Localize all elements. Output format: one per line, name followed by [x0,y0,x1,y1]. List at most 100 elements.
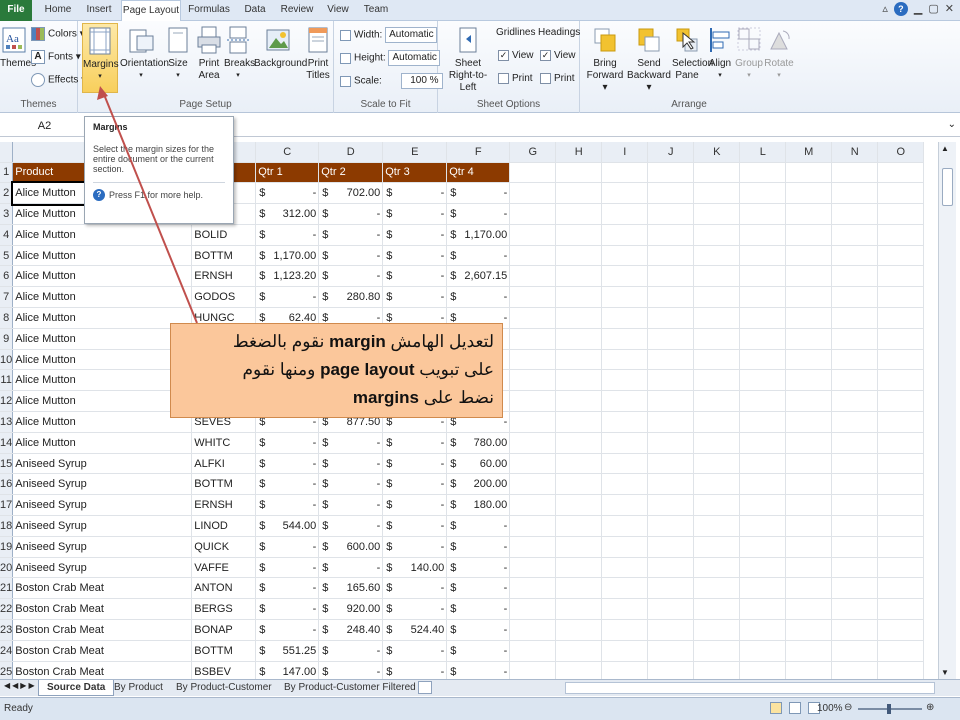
empty-cell[interactable] [647,203,695,225]
empty-cell[interactable] [647,577,695,600]
empty-cell[interactable] [693,162,741,184]
row-header[interactable]: 16 [0,473,14,496]
empty-cell[interactable] [739,640,787,662]
row-header[interactable]: 1 [0,162,14,184]
empty-cell[interactable] [509,390,557,413]
headings-print-checkbox[interactable]: Print [540,73,575,84]
empty-cell[interactable] [739,182,787,205]
empty-cell[interactable] [647,661,695,679]
quarter-cell[interactable]: $ - [446,640,511,662]
gridlines-view-checkbox[interactable]: ✓ View [498,50,534,61]
customer-cell[interactable]: ANTON [191,577,257,600]
empty-cell[interactable] [739,536,787,558]
quarter-cell[interactable]: $780.00 [446,432,511,454]
quarter-cell[interactable]: $1,170.00 [255,245,320,267]
product-cell[interactable]: Alice Mutton [12,432,193,454]
empty-cell[interactable] [785,515,833,537]
empty-cell[interactable] [647,432,695,454]
quarter-cell[interactable]: $ - [446,661,511,679]
column-header[interactable]: G [509,142,557,163]
quarter-cell[interactable]: $ - [382,640,448,662]
empty-cell[interactable] [831,307,879,329]
quarter-cell[interactable]: $ - [255,598,320,621]
empty-cell[interactable] [877,619,925,641]
empty-cell[interactable] [785,494,833,517]
empty-cell[interactable] [739,494,787,517]
empty-cell[interactable] [555,265,603,288]
quarter-cell[interactable]: $ - [382,265,448,288]
tab-view[interactable]: View [322,0,354,21]
column-header[interactable]: O [877,142,925,163]
empty-cell[interactable] [601,286,649,309]
background-button[interactable]: Background [254,25,307,70]
quarter-cell[interactable]: $ - [446,577,511,600]
empty-cell[interactable] [877,286,925,309]
empty-cell[interactable] [693,203,741,225]
empty-cell[interactable] [831,536,879,558]
empty-cell[interactable] [693,286,741,309]
zoom-level[interactable]: 100% [817,703,843,714]
breaks-button[interactable]: Breaks ▾ [224,25,255,82]
product-cell[interactable]: Aniseed Syrup [12,536,193,558]
scale-spinner[interactable]: 100 % [400,73,443,89]
empty-cell[interactable] [877,307,925,329]
empty-cell[interactable] [647,286,695,309]
close-icon[interactable]: ✕ [945,2,954,16]
empty-cell[interactable] [831,473,879,496]
empty-cell[interactable] [647,411,695,433]
sheet-right-to-left-button[interactable]: Sheet Right-to-Left [442,25,494,94]
empty-cell[interactable] [831,640,879,662]
empty-cell[interactable] [555,224,603,246]
customer-cell[interactable]: BSBEV [191,661,257,679]
quarter-cell[interactable]: $60.00 [446,453,511,475]
customer-cell[interactable]: ERNSH [191,265,257,288]
zoom-out-icon[interactable]: ⊖ [844,702,852,713]
empty-cell[interactable] [509,473,557,496]
send-backward-button[interactable]: Send Backward ▾ [626,25,672,94]
empty-cell[interactable] [601,307,649,329]
customer-cell[interactable]: GODOS [191,286,257,309]
empty-cell[interactable] [693,411,741,433]
empty-cell[interactable] [739,203,787,225]
colors-button[interactable]: Colors ▾ [31,27,85,41]
empty-cell[interactable] [647,515,695,537]
empty-cell[interactable] [877,515,925,537]
empty-cell[interactable] [785,432,833,454]
bring-forward-button[interactable]: Bring Forward ▾ [584,25,626,94]
empty-cell[interactable] [877,265,925,288]
quarter-cell[interactable]: $ - [255,182,320,205]
quarter-cell[interactable]: $544.00 [255,515,320,537]
empty-cell[interactable] [555,473,603,496]
orientation-button[interactable]: Orientation ▾ [120,25,169,82]
tab-data[interactable]: Data [238,0,272,21]
product-cell[interactable]: Boston Crab Meat [12,619,193,641]
empty-cell[interactable] [739,328,787,350]
margins-button[interactable]: Margins ▾ [82,23,119,93]
product-cell[interactable]: Alice Mutton [12,369,193,392]
product-cell[interactable]: Alice Mutton [12,224,193,246]
size-button[interactable]: Size ▾ [164,25,192,82]
customer-cell[interactable]: WHITC [191,432,257,454]
empty-cell[interactable] [877,598,925,621]
empty-cell[interactable] [601,473,649,496]
quarter-cell[interactable]: $1,170.00 [446,224,511,246]
empty-cell[interactable] [831,411,879,433]
empty-cell[interactable] [555,453,603,475]
empty-cell[interactable] [555,494,603,517]
minimize-icon[interactable]: ▁ [914,2,922,16]
quarter-cell[interactable]: $ - [382,494,448,517]
empty-cell[interactable] [877,473,925,496]
empty-cell[interactable] [785,557,833,579]
empty-cell[interactable] [739,411,787,433]
empty-cell[interactable] [831,390,879,413]
quarter-cell[interactable]: $ - [382,245,448,267]
quarter-cell[interactable]: $ - [382,203,448,225]
empty-cell[interactable] [831,328,879,350]
empty-cell[interactable] [877,162,925,184]
product-cell[interactable]: Alice Mutton [12,328,193,350]
column-header[interactable]: F [446,142,511,163]
row-header[interactable]: 13 [0,411,14,433]
quarter-cell[interactable]: $ - [318,640,384,662]
gridlines-print-checkbox[interactable]: Print [498,73,533,84]
empty-cell[interactable] [647,369,695,392]
